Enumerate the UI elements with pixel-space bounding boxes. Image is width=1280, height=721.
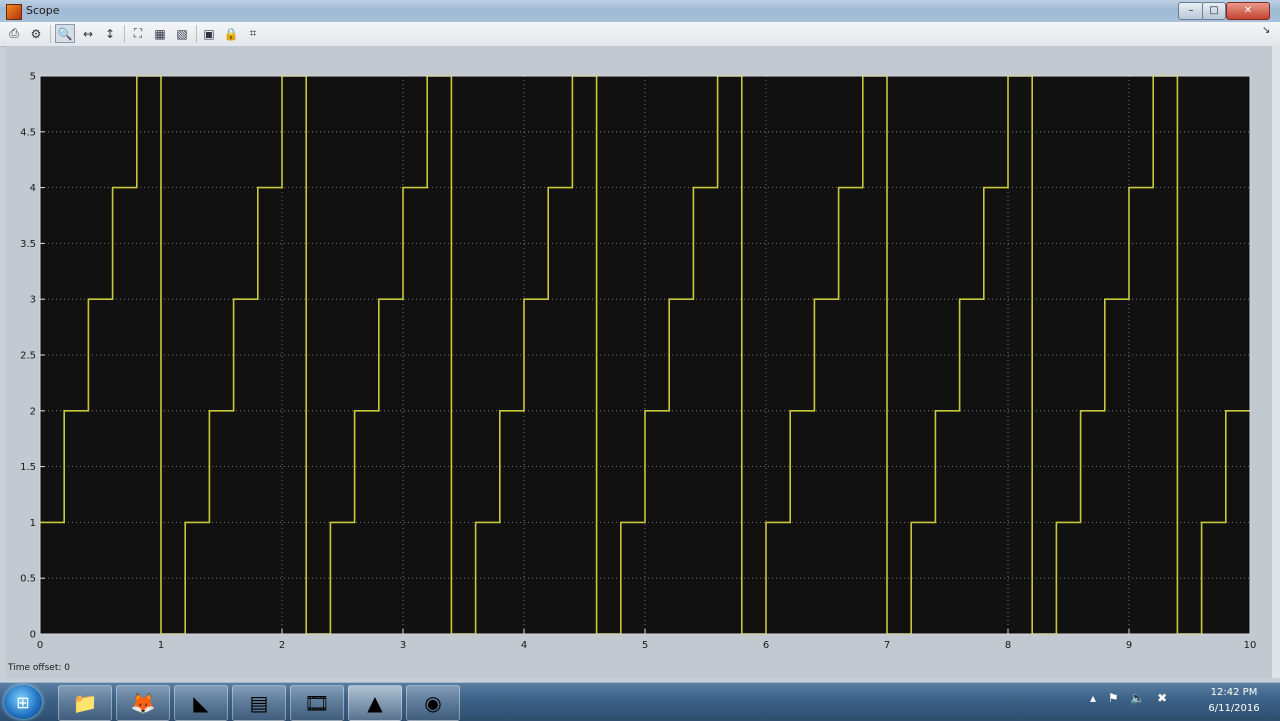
toolbar-separator	[196, 25, 197, 43]
autoscale-icon[interactable]: ⛶	[128, 24, 148, 43]
firefox-icon[interactable]: 🦊	[116, 685, 170, 721]
zoom-y-icon[interactable]: ↕	[100, 24, 120, 43]
y-tick-label: 0.5	[20, 574, 36, 585]
y-tick-label: 1.5	[20, 462, 36, 473]
x-tick-label: 3	[400, 640, 406, 651]
time-offset-label: Time offset:	[8, 663, 62, 673]
signal-selector-icon[interactable]: ⌗	[243, 24, 263, 43]
film-icon[interactable]: 🎞	[290, 685, 344, 721]
scope-toolbar: ⎙ ⚙ 🔍 ↔ ↕ ⛶ ▦ ▧ ▣ 🔒 ⌗ ↘	[0, 22, 1280, 47]
x-tick-label: 5	[642, 640, 648, 651]
dock-icon[interactable]: ↘	[1262, 25, 1270, 36]
taskbar-clock-date[interactable]: 6/11/2016	[1204, 703, 1264, 714]
y-tick-label: 2	[30, 406, 36, 417]
restore-axes-icon[interactable]: ▧	[172, 24, 192, 43]
window-titlebar[interactable]: Scope – □ ✕	[0, 0, 1280, 23]
y-tick-label: 3	[30, 295, 36, 306]
matlab-icon[interactable]: ▲	[348, 685, 402, 721]
zoom-icon[interactable]: 🔍	[55, 24, 75, 43]
y-tick-label: 0	[30, 630, 36, 641]
y-tick-label: 2.5	[20, 351, 36, 362]
y-tick-label: 1	[30, 518, 36, 529]
save-axes-icon[interactable]: ▦	[150, 24, 170, 43]
app-window-icon[interactable]: ▤	[232, 685, 286, 721]
close-button[interactable]: ✕	[1226, 2, 1270, 20]
matlab-app-icon	[6, 4, 22, 20]
taskbar-clock-time[interactable]: 12:42 PM	[1204, 687, 1264, 698]
x-tick-label: 4	[521, 640, 527, 651]
toolbar-separator	[124, 25, 125, 43]
system-tray-icons[interactable]: ▴ ⚑ 🔈 ✖	[1090, 691, 1171, 705]
x-tick-label: 6	[763, 640, 769, 651]
floating-scope-icon[interactable]: ▣	[199, 24, 219, 43]
lock-axes-icon[interactable]: 🔒	[221, 24, 241, 43]
x-tick-label: 1	[158, 640, 164, 651]
obs-icon[interactable]: ◉	[406, 685, 460, 721]
y-tick-label: 4	[30, 183, 36, 194]
start-button[interactable]: ⊞	[4, 685, 42, 719]
window-right-edge	[1272, 46, 1280, 678]
x-tick-label: 8	[1005, 640, 1011, 651]
time-offset-value: 0	[64, 663, 70, 673]
time-offset-readout: Time offset: 0	[8, 663, 70, 673]
scope-figure: 0 1 2 3 4 5 6 7 8 9 10 0 0.5 1 1.5 2 2.5 3 3.5 4 4.5 5 Time o…	[6, 46, 1272, 678]
visual-studio-icon[interactable]: ◣	[174, 685, 228, 721]
x-tick-label: 9	[1126, 640, 1132, 651]
parameters-icon[interactable]: ⚙	[26, 24, 46, 43]
x-tick-label: 10	[1244, 640, 1257, 651]
maximize-button[interactable]: □	[1202, 2, 1226, 20]
y-tick-label: 5	[30, 72, 36, 83]
x-tick-label: 0	[37, 640, 43, 651]
windows-taskbar: ⊞ 📁 🦊 ◣ ▤ 🎞 ▲ ◉ ▴ ⚑ 🔈 ✖ 12:42 PM 6/11/20…	[0, 682, 1280, 721]
toolbar-separator	[50, 25, 51, 43]
x-tick-label: 2	[279, 640, 285, 651]
y-tick-label: 4.5	[20, 127, 36, 138]
print-icon[interactable]: ⎙	[4, 24, 24, 43]
minimize-button[interactable]: –	[1178, 2, 1204, 20]
window-title: Scope	[26, 4, 60, 17]
zoom-x-icon[interactable]: ↔	[78, 24, 98, 43]
x-tick-label: 7	[884, 640, 890, 651]
scope-plot[interactable]: 0 1 2 3 4 5 6 7 8 9 10 0 0.5 1 1.5 2 2.5 3 3.5 4 4.5 5	[6, 46, 1272, 678]
y-tick-label: 3.5	[20, 239, 36, 250]
file-explorer-icon[interactable]: 📁	[58, 685, 112, 721]
